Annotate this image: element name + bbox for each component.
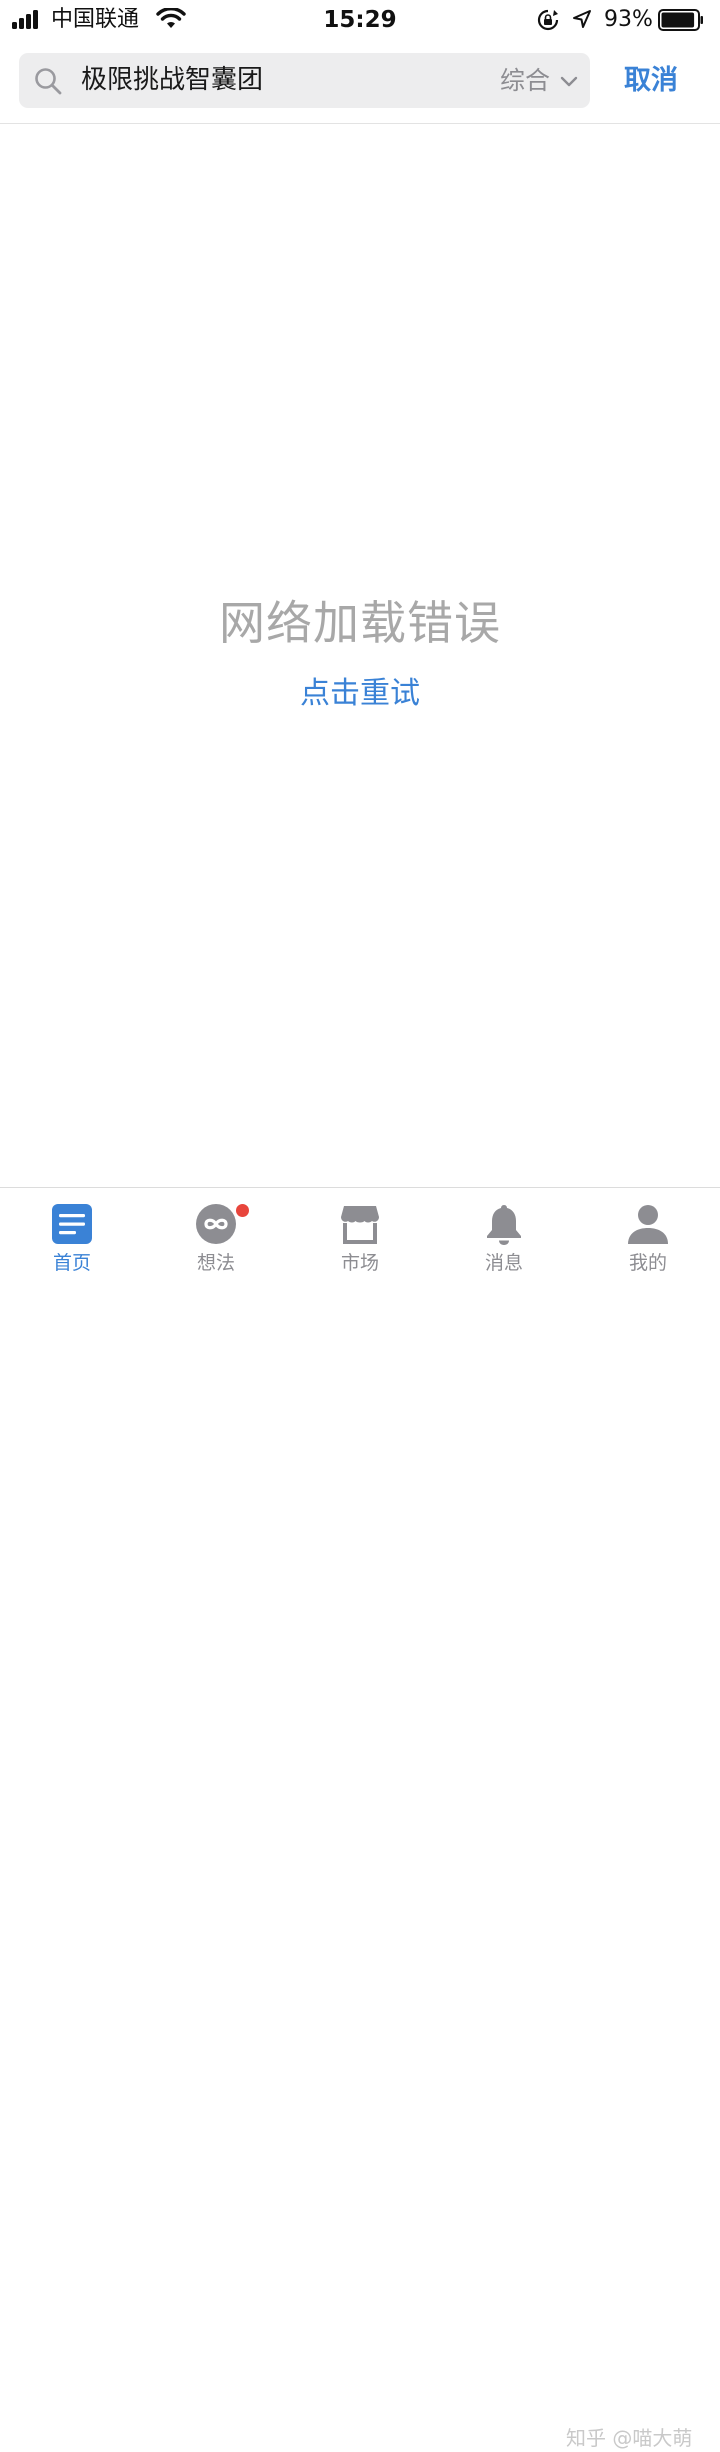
rotation-lock-icon bbox=[537, 9, 559, 31]
search-bar[interactable]: 极限挑战智囊团 综合 bbox=[19, 53, 590, 108]
tab-market[interactable]: 市场 bbox=[288, 1188, 432, 1282]
battery-percentage: 93% bbox=[604, 7, 653, 32]
status-bar: 中国联通 15:29 93% bbox=[0, 0, 720, 40]
tab-market-label: 市场 bbox=[340, 1252, 379, 1274]
search-input[interactable]: 极限挑战智囊团 bbox=[81, 53, 263, 108]
tab-messages[interactable]: 消息 bbox=[432, 1188, 576, 1282]
tab-bar: 首页 想法 市场 消息 我的 知乎 @喵大萌 bbox=[0, 1187, 720, 2450]
search-filter-label: 综合 bbox=[499, 66, 550, 95]
home-feed-icon bbox=[52, 1204, 92, 1244]
market-icon bbox=[341, 1206, 379, 1244]
tab-home-label: 首页 bbox=[52, 1252, 91, 1274]
battery-icon bbox=[658, 9, 703, 31]
header-divider bbox=[0, 123, 720, 124]
bell-icon bbox=[487, 1205, 521, 1245]
tab-ideas-label: 想法 bbox=[196, 1252, 235, 1274]
search-icon bbox=[35, 68, 62, 95]
tab-profile[interactable]: 我的 bbox=[576, 1188, 720, 1282]
tab-home[interactable]: 首页 bbox=[0, 1188, 144, 1282]
ideas-icon bbox=[196, 1204, 236, 1244]
chevron-down-icon bbox=[560, 76, 578, 86]
tab-ideas[interactable]: 想法 bbox=[144, 1188, 288, 1282]
error-message: 网络加载错误 bbox=[219, 596, 501, 650]
watermark: 知乎 @喵大萌 bbox=[566, 2426, 693, 2450]
cancel-button[interactable]: 取消 bbox=[612, 53, 690, 108]
location-icon bbox=[573, 10, 591, 28]
search-filter-dropdown[interactable]: 综合 bbox=[500, 53, 578, 108]
profile-icon bbox=[628, 1205, 668, 1244]
tab-messages-label: 消息 bbox=[484, 1252, 523, 1274]
ideas-badge bbox=[234, 1202, 251, 1219]
tab-profile-label: 我的 bbox=[628, 1252, 667, 1274]
retry-button[interactable]: 点击重试 bbox=[260, 671, 460, 717]
